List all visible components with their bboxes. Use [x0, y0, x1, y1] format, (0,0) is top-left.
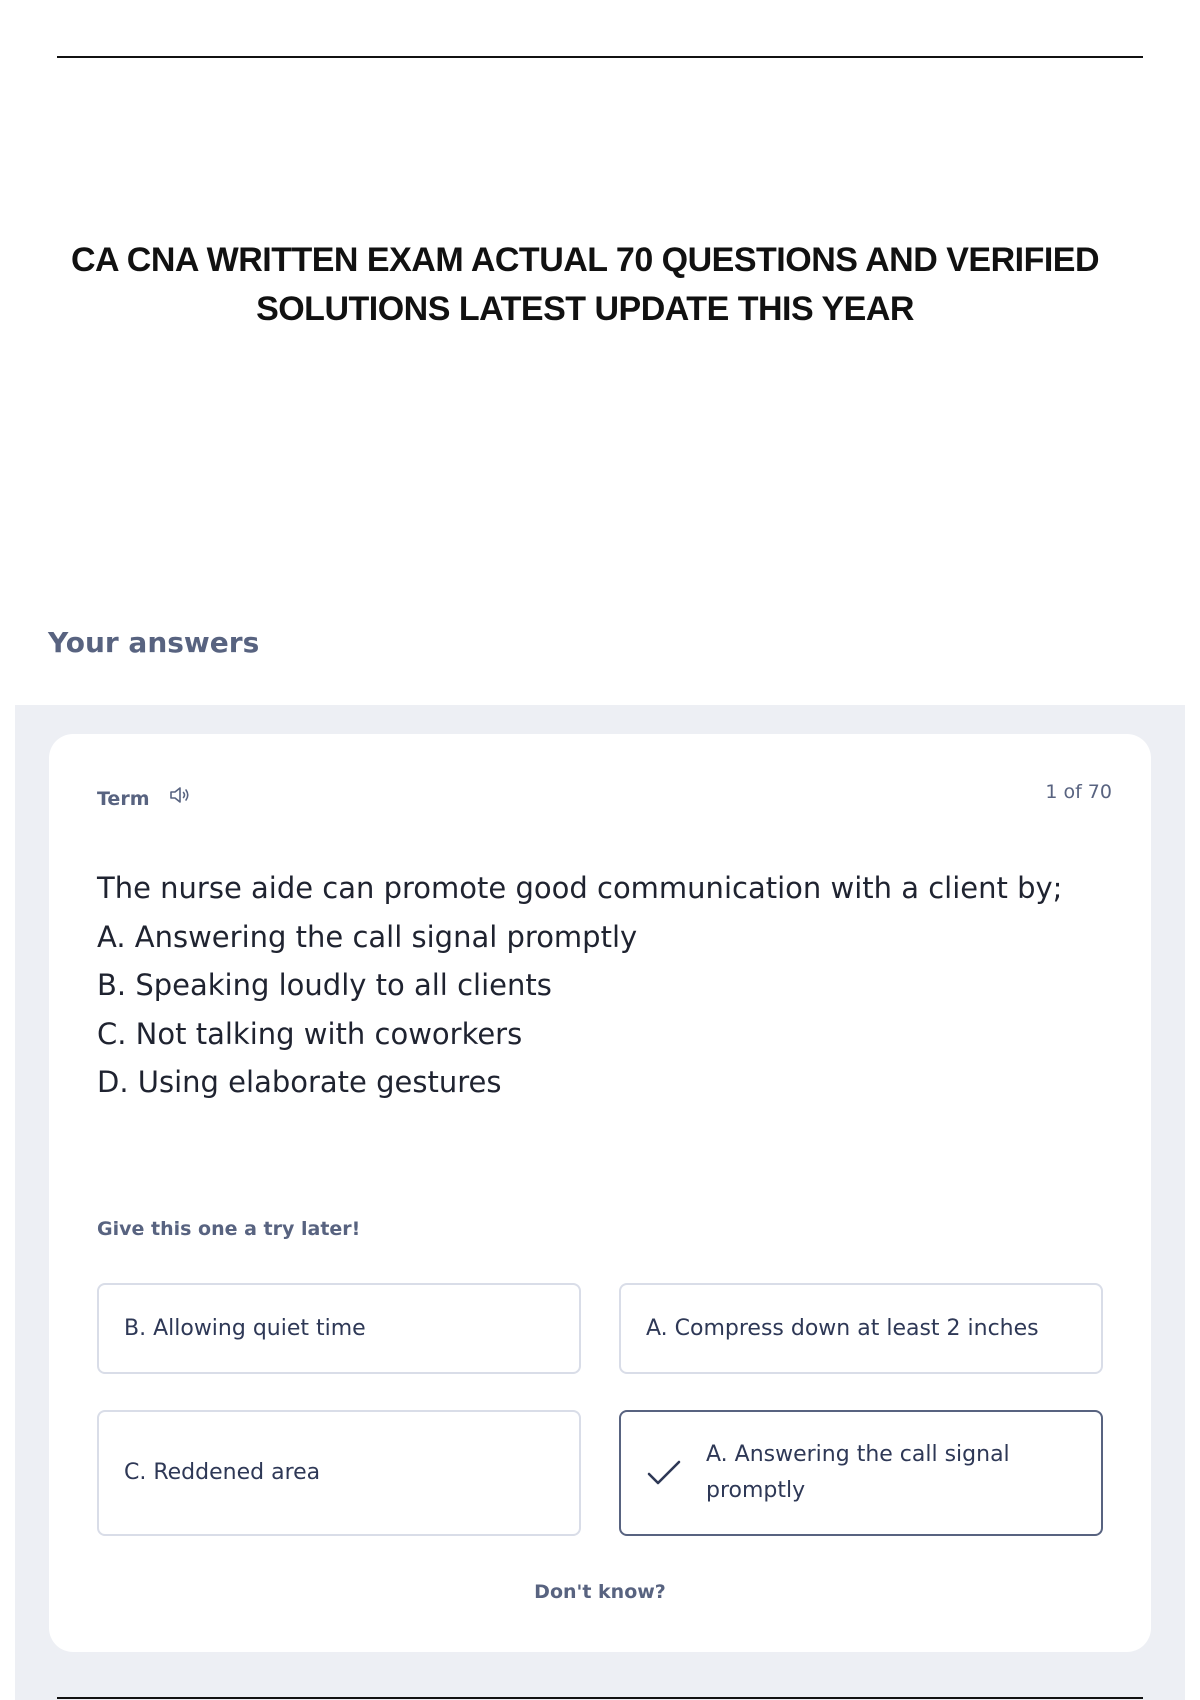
answer-option-label: A. Answering the call signal promptly: [706, 1442, 1010, 1503]
answer-option-label: C. Reddened area: [124, 1460, 321, 1485]
try-later-hint: Give this one a try later!: [97, 1218, 361, 1240]
question-choice-d: D. Using elaborate gestures: [97, 1065, 502, 1099]
top-rule: [57, 56, 1143, 58]
dont-know-link[interactable]: Don't know?: [49, 1581, 1151, 1603]
question-text: The nurse aide can promote good communic…: [97, 864, 1097, 1107]
answer-option-4-selected[interactable]: A. Answering the call signal promptly: [619, 1410, 1103, 1536]
question-choice-a: A. Answering the call signal promptly: [97, 919, 638, 954]
answer-option-label: A. Compress down at least 2 inches: [646, 1315, 1039, 1341]
question-choice-b: B. Speaking loudly to all clients: [97, 968, 552, 1002]
flashcard: Term 1 of 70 The nurse aide can promote …: [49, 734, 1151, 1652]
answer-option-1[interactable]: B. Allowing quiet time: [97, 1283, 581, 1374]
document-title: CA CNA WRITTEN EXAM ACTUAL 70 QUESTIONS …: [70, 241, 1100, 328]
speaker-icon[interactable]: [167, 782, 193, 808]
answer-option-label: B. Allowing quiet time: [124, 1315, 366, 1341]
card-counter: 1 of 70: [1045, 781, 1112, 803]
answer-option-2[interactable]: A. Compress down at least 2 inches: [619, 1283, 1103, 1374]
question-stem: The nurse aide can promote good communic…: [97, 871, 1063, 905]
your-answers-heading: Your answers: [48, 626, 260, 659]
answer-option-3[interactable]: C. Reddened area: [97, 1410, 581, 1536]
question-choice-c: C. Not talking with coworkers: [97, 1016, 523, 1051]
bottom-rule: [57, 1697, 1143, 1699]
checkmark-icon: [646, 1458, 682, 1488]
term-label: Term: [97, 788, 150, 810]
